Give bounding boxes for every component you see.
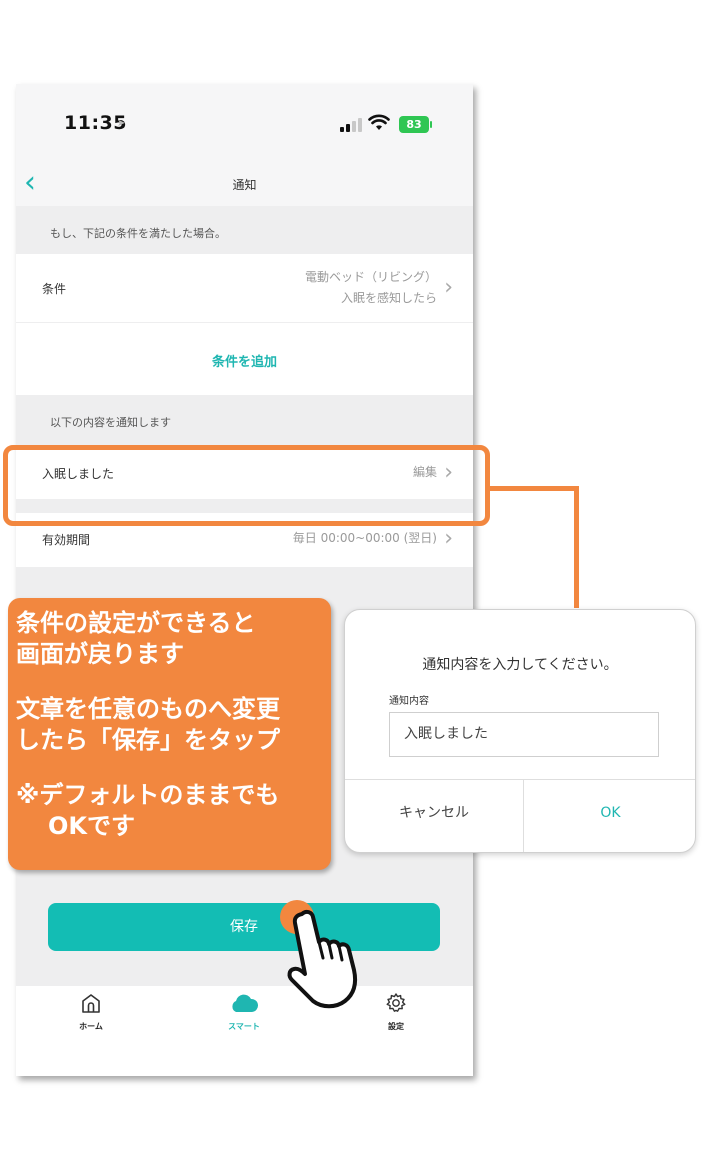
cloud-icon	[232, 994, 259, 1012]
condition-value-trigger: 入眠を感知したら	[340, 291, 437, 305]
wifi-icon	[368, 114, 390, 130]
callout-line: 文章を任意のものへ変更	[16, 695, 280, 723]
nav-bar: ‹ 通知	[16, 164, 473, 206]
chevron-right-icon: ›	[444, 275, 453, 300]
tutorial-screenshot: 11:35 ➤ 83 ‹ 通知 もし、下記の条件を満たした場合。 条件 電動ベッ…	[0, 0, 720, 1152]
period-value: 毎日 00:00~00:00 (翌日)	[292, 531, 437, 545]
notify-section-header: 以下の内容を通知します	[16, 395, 473, 447]
callout-line: ※デフォルトのままでも	[16, 781, 280, 809]
condition-row[interactable]: 条件 電動ベッド（リビング） 入眠を感知したら ›	[16, 254, 473, 322]
battery-indicator: 83	[399, 116, 429, 133]
signal-icon	[340, 116, 364, 132]
connector-line-vertical	[574, 486, 579, 608]
instruction-callout: 条件の設定ができると 画面が戻ります 文章を任意のものへ変更 したら「保存」をタ…	[8, 598, 331, 870]
notification-dialog: 通知内容を入力してください。 通知内容 入眠しました キャンセル OK	[344, 609, 696, 853]
tab-bar: ホーム スマート 設定	[16, 986, 473, 1076]
chevron-right-icon: ›	[444, 526, 453, 551]
page-title: 通知	[232, 178, 257, 192]
callout-line: 条件の設定ができると	[16, 609, 256, 637]
ok-button[interactable]: OK	[524, 780, 695, 852]
callout-line: したら「保存」をタップ	[16, 726, 280, 754]
pointing-hand-icon	[287, 909, 358, 1009]
tab-home[interactable]: ホーム	[46, 992, 136, 1032]
add-condition-row: 条件を追加	[16, 323, 473, 395]
callout-line: OKです	[48, 812, 135, 840]
battery-tip	[430, 121, 432, 128]
tab-smart[interactable]: スマート	[199, 992, 289, 1032]
period-label: 有効期間	[42, 533, 91, 547]
condition-row-value: 電動ベッド（リビング） 入眠を感知したら	[305, 267, 437, 309]
home-icon	[82, 994, 100, 1013]
condition-value-device: 電動ベッド（リビング）	[304, 270, 437, 284]
dialog-field-label: 通知内容	[389, 696, 429, 707]
dialog-title: 通知内容を入力してください。	[422, 657, 618, 673]
tab-settings-label: 設定	[388, 1022, 404, 1031]
add-condition-link[interactable]: 条件を追加	[16, 351, 473, 370]
status-bar: 11:35 ➤ 83	[16, 84, 473, 164]
connector-line	[490, 486, 579, 491]
cancel-button[interactable]: キャンセル	[345, 780, 523, 852]
phone-screen: 11:35 ➤ 83 ‹ 通知 もし、下記の条件を満たした場合。 条件 電動ベッ…	[16, 84, 473, 1076]
highlight-frame	[3, 445, 490, 526]
gear-icon	[386, 993, 406, 1012]
location-icon: ➤	[117, 118, 126, 129]
tab-home-label: ホーム	[79, 1022, 103, 1031]
notification-text-input[interactable]: 入眠しました	[389, 712, 659, 757]
condition-section-header: もし、下記の条件を満たした場合。	[16, 206, 473, 254]
condition-row-label: 条件	[42, 282, 67, 296]
save-button[interactable]: 保存	[48, 903, 440, 951]
callout-line: 画面が戻ります	[16, 640, 184, 668]
tab-smart-label: スマート	[228, 1022, 260, 1031]
